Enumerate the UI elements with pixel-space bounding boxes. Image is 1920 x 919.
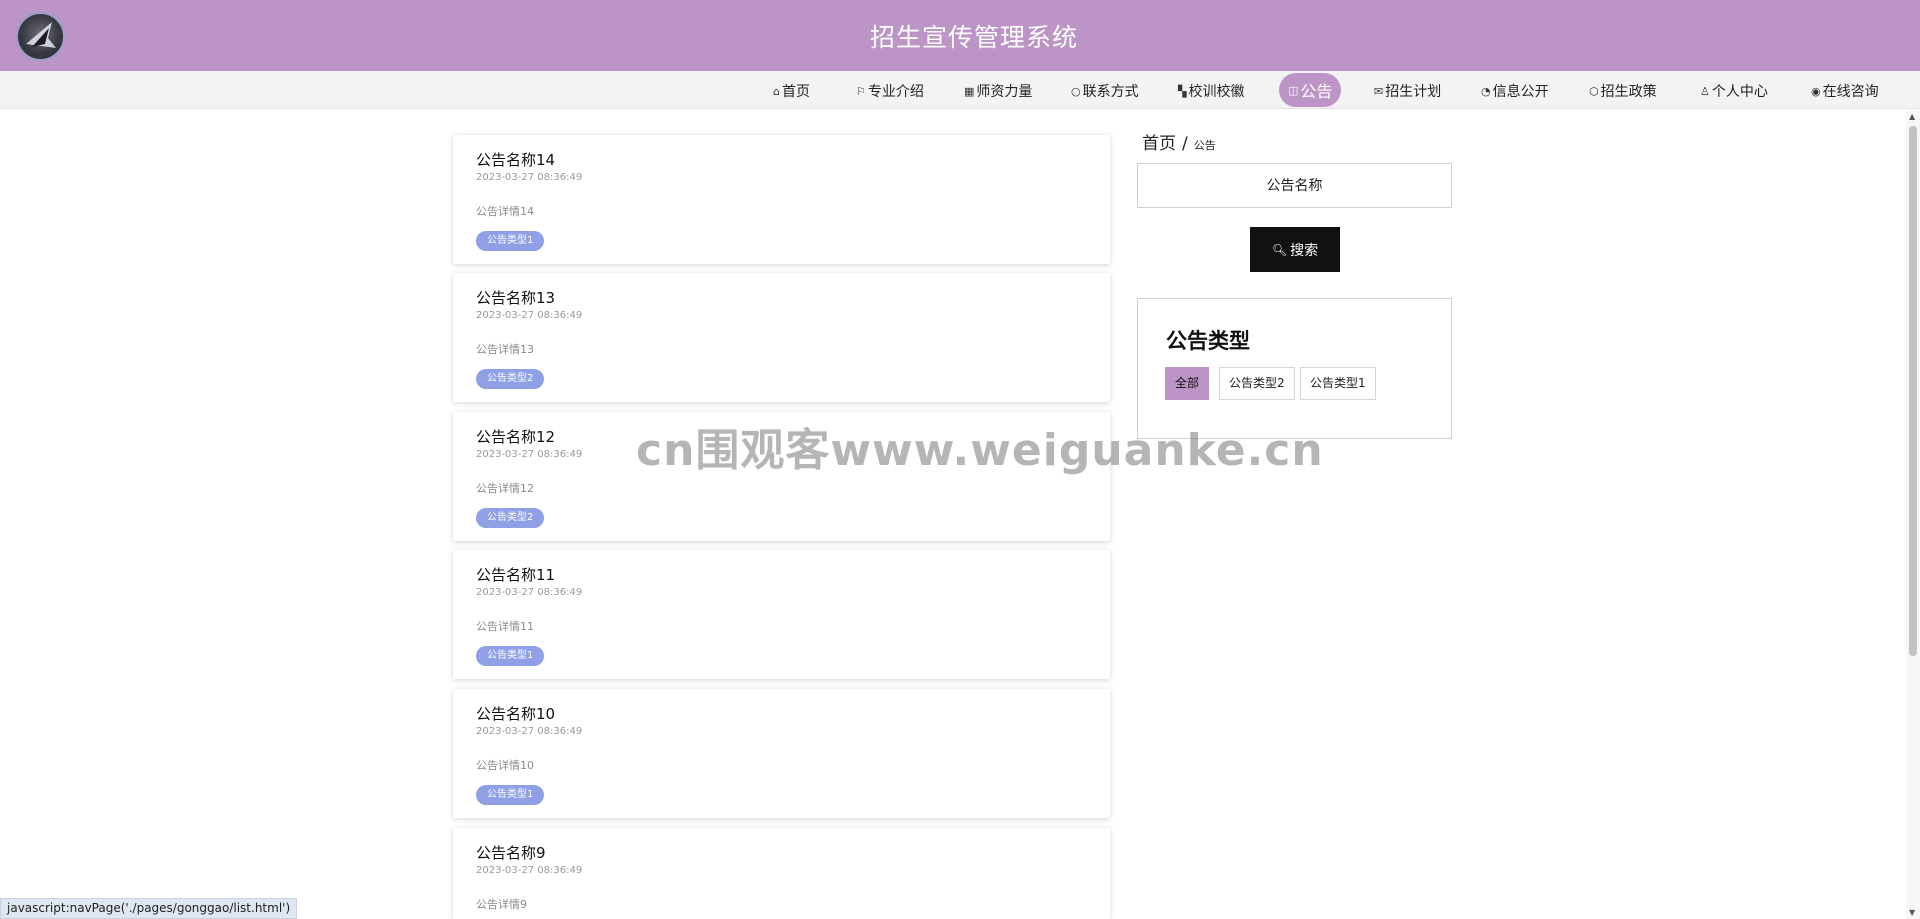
breadcrumb: 首页 / 公告	[1142, 129, 1216, 154]
nav-item-plan[interactable]: ✉ 招生计划	[1374, 80, 1441, 102]
nav-item-home[interactable]: ⌂ 首页	[773, 80, 810, 102]
building-icon: ▦	[964, 84, 975, 98]
breadcrumb-home[interactable]: 首页	[1142, 134, 1176, 154]
hexagon-icon: ⬡	[1589, 84, 1599, 98]
top-nav: ⌂ 首页 ⚐ 专业介绍 ▦ 师资力量 ○ 联系方式 ▚ 校训校徽 ◫ 公告 ✉ 招生计划 ◔ 信…	[0, 71, 1920, 109]
nav-item-policy[interactable]: ⬡ 招生政策	[1589, 80, 1657, 102]
announcement-card[interactable]: 公告名称11 2023-03-27 08:36:49 公告详情11 公告类型1	[453, 550, 1110, 679]
card-title: 公告名称10	[476, 705, 556, 723]
type-filter-option[interactable]: 公告类型1	[1300, 367, 1376, 400]
chat-icon: ◉	[1811, 84, 1821, 98]
site-title: 招生宣传管理系统	[869, 23, 1078, 52]
type-filter-all[interactable]: 全部	[1165, 367, 1210, 400]
nav-label: 在线咨询	[1822, 84, 1879, 100]
card-type-tag: 公告类型2	[476, 369, 545, 389]
card-type-tag: 公告类型2	[476, 508, 545, 528]
nav-item-chat[interactable]: ◉ 在线咨询	[1811, 80, 1879, 102]
nav-item-contact[interactable]: ○ 联系方式	[1071, 80, 1139, 102]
nav-label: 师资力量	[976, 84, 1033, 100]
nav-label: 联系方式	[1082, 84, 1139, 100]
site-header: 招生宣传管理系统	[0, 0, 1920, 71]
type-filter-option[interactable]: 公告类型2	[1219, 367, 1295, 400]
scroll-down-icon[interactable]: ▼	[1909, 908, 1915, 917]
card-date: 2023-03-27 08:36:49	[476, 587, 583, 598]
nav-label: 信息公开	[1492, 84, 1549, 100]
card-title: 公告名称9	[476, 844, 546, 862]
breadcrumb-current: 公告	[1193, 139, 1216, 152]
card-title: 公告名称13	[476, 289, 556, 307]
circle-icon: ○	[1071, 84, 1081, 98]
user-icon: ♙	[1700, 84, 1710, 98]
announcement-card[interactable]: 公告名称9 2023-03-27 08:36:49 公告详情9	[453, 828, 1110, 919]
status-bar: javascript:navPage('./pages/gonggao/list…	[0, 898, 298, 919]
card-date: 2023-03-27 08:36:49	[476, 172, 583, 183]
nav-label: 个人中心	[1711, 84, 1768, 100]
breadcrumb-separator: /	[1182, 134, 1188, 154]
card-detail: 公告详情9	[476, 898, 527, 911]
card-date: 2023-03-27 08:36:49	[476, 449, 583, 460]
search-icon: 🔍︎	[1271, 242, 1288, 257]
gauge-icon: ◔	[1481, 84, 1491, 98]
type-filter-title: 公告类型	[1166, 329, 1250, 353]
book-icon: ◫	[1288, 83, 1299, 97]
card-type-tag: 公告类型1	[476, 785, 545, 805]
nav-item-announcements[interactable]: ◫ 公告	[1279, 73, 1342, 107]
card-detail: 公告详情14	[476, 205, 534, 218]
card-detail: 公告详情12	[476, 482, 534, 495]
vertical-scrollbar[interactable]: ▲ ▼	[1906, 110, 1920, 919]
card-type-tag: 公告类型1	[476, 646, 545, 666]
card-detail: 公告详情10	[476, 759, 534, 772]
nav-label: 公告	[1300, 82, 1333, 101]
nav-label: 招生计划	[1385, 84, 1442, 100]
card-date: 2023-03-27 08:36:49	[476, 726, 583, 737]
card-type-tag: 公告类型1	[476, 231, 545, 251]
card-title: 公告名称11	[476, 566, 556, 584]
search-button-label: 搜索	[1290, 242, 1319, 259]
envelope-icon: ✉	[1374, 84, 1384, 98]
nav-item-motto[interactable]: ▚ 校训校徽	[1178, 80, 1244, 102]
card-detail: 公告详情13	[476, 343, 534, 356]
flag-icon: ⚐	[856, 84, 866, 98]
card-date: 2023-03-27 08:36:49	[476, 310, 583, 321]
card-title: 公告名称12	[476, 428, 556, 446]
nav-label: 首页	[781, 84, 810, 100]
card-title: 公告名称14	[476, 151, 556, 169]
search-input[interactable]	[1137, 163, 1452, 208]
announcement-card[interactable]: 公告名称14 2023-03-27 08:36:49 公告详情14 公告类型1	[453, 135, 1110, 264]
card-date: 2023-03-27 08:36:49	[476, 865, 583, 876]
nav-label: 校训校徽	[1188, 84, 1245, 100]
scroll-up-icon[interactable]: ▲	[1909, 112, 1915, 121]
card-detail: 公告详情11	[476, 620, 534, 633]
announcement-card[interactable]: 公告名称13 2023-03-27 08:36:49 公告详情13 公告类型2	[453, 273, 1110, 402]
nav-item-faculty[interactable]: ▦ 师资力量	[964, 80, 1032, 102]
nav-label: 招生政策	[1600, 84, 1657, 100]
nav-item-disclosure[interactable]: ◔ 信息公开	[1481, 80, 1549, 102]
scroll-thumb[interactable]	[1909, 126, 1917, 656]
search-button[interactable]: 🔍︎ 搜索	[1250, 227, 1340, 272]
nav-item-profile[interactable]: ♙ 个人中心	[1700, 80, 1768, 102]
watermark: cn围观客www.weiguanke.cn	[636, 425, 1324, 476]
nav-item-majors[interactable]: ⚐ 专业介绍	[856, 80, 924, 102]
home-icon: ⌂	[773, 84, 780, 98]
grid-icon: ▚	[1178, 84, 1187, 98]
announcement-card[interactable]: 公告名称10 2023-03-27 08:36:49 公告详情10 公告类型1	[453, 689, 1110, 818]
nav-label: 专业介绍	[867, 84, 924, 100]
